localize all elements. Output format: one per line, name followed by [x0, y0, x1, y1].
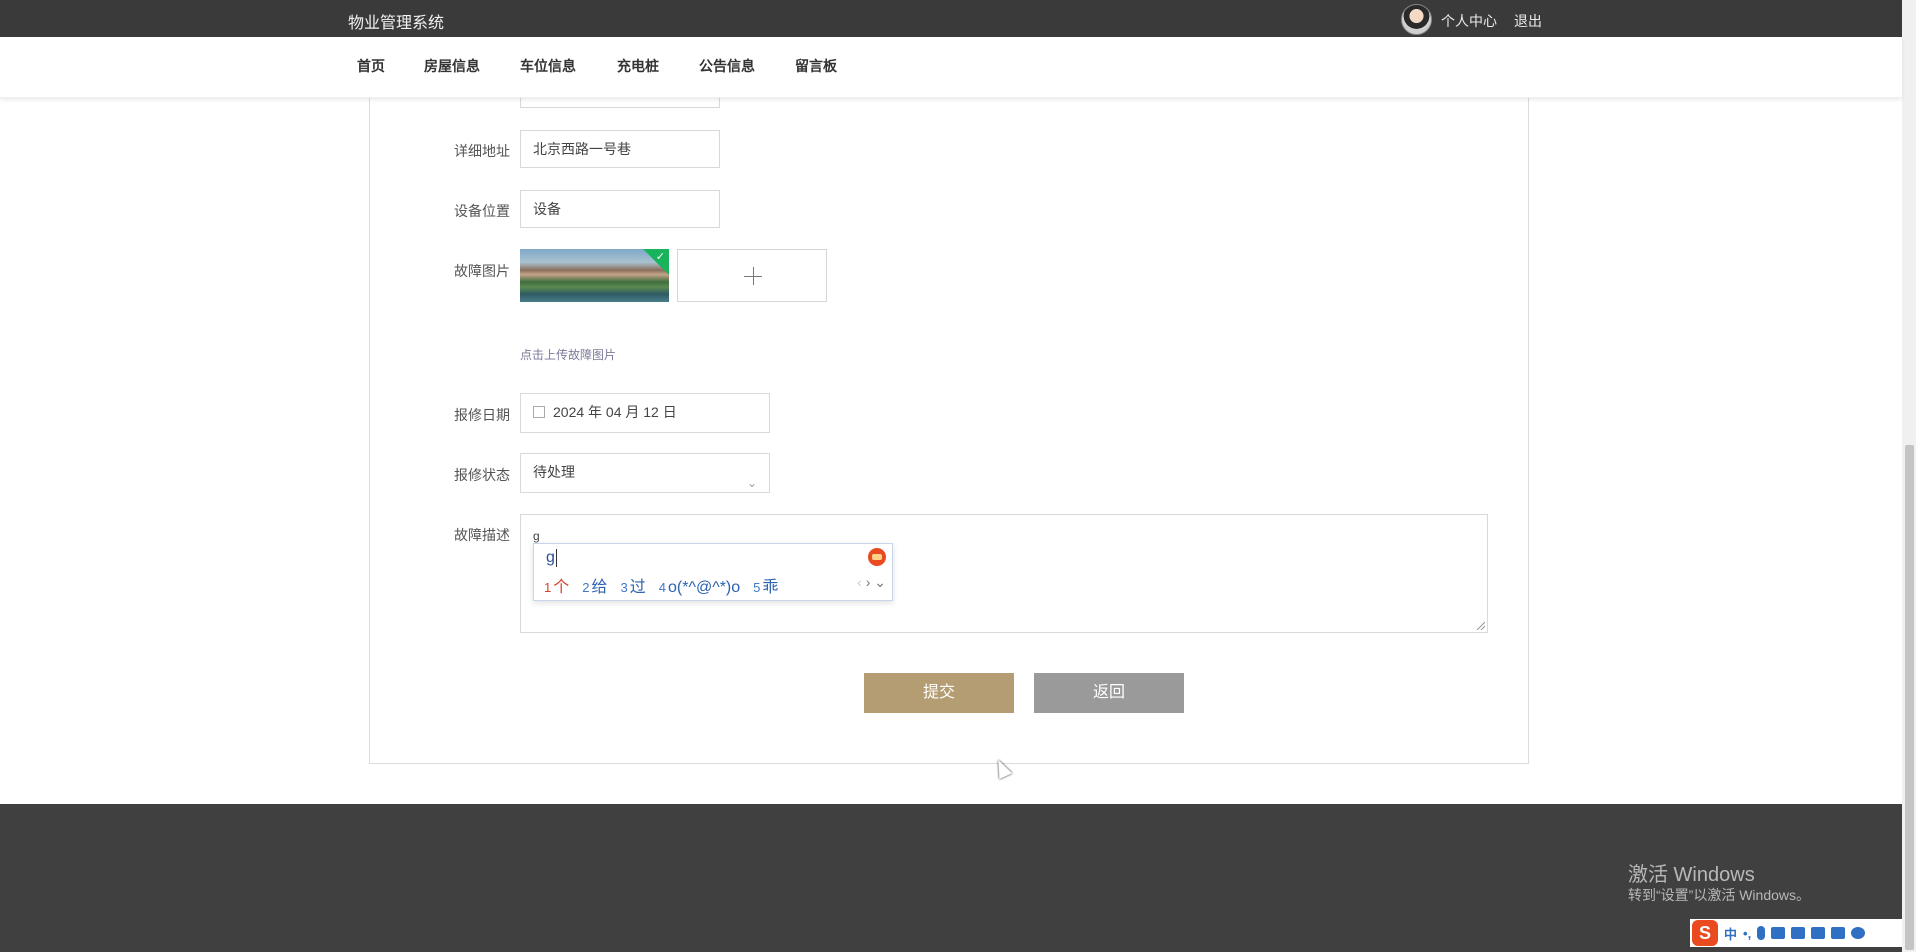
- nav-parking-info[interactable]: 车位信息: [520, 56, 576, 76]
- address-input[interactable]: 北京西路一号巷: [520, 130, 720, 168]
- nav-charging-pile[interactable]: 充电桩: [617, 56, 659, 76]
- ime-page-arrows[interactable]: ‹ › ⌄: [857, 574, 886, 591]
- check-icon: ✓: [643, 249, 669, 275]
- logout-link[interactable]: 退出: [1514, 11, 1542, 31]
- top-bar: 物业管理系统 个人中心 退出: [0, 0, 1902, 37]
- scrollbar-thumb[interactable]: [1905, 445, 1914, 950]
- address-label: 详细地址: [454, 143, 510, 159]
- status-value: 待处理: [533, 464, 575, 480]
- upload-image-button[interactable]: [677, 249, 827, 302]
- gamepad-icon[interactable]: [1811, 927, 1826, 939]
- ime-composition: g: [546, 549, 557, 567]
- date-value: 2024 年 04 月 12 日: [553, 404, 677, 420]
- chevron-down-icon: ⌄: [746, 476, 757, 490]
- nav-message-board[interactable]: 留言板: [795, 56, 837, 76]
- ime-candidate-window: g 1 个 2 给 3 过 4 o(*^@^*)o 5 乖 ‹ › ⌄: [533, 543, 893, 601]
- nav-home[interactable]: 首页: [357, 56, 385, 76]
- footer: [0, 804, 1902, 952]
- date-label: 报修日期: [454, 407, 510, 423]
- nav-house-info[interactable]: 房屋信息: [424, 56, 480, 76]
- back-button[interactable]: 返回: [1034, 673, 1184, 713]
- nav-announcements[interactable]: 公告信息: [699, 56, 755, 76]
- activation-watermark-subtitle: 转到“设置”以激活 Windows。: [1628, 887, 1811, 903]
- sogou-s-icon[interactable]: S: [1692, 920, 1718, 946]
- chevron-left-icon: ‹: [857, 574, 862, 590]
- location-input[interactable]: 设备: [520, 190, 720, 228]
- ime-candidate[interactable]: 2给: [582, 573, 607, 597]
- upload-hint[interactable]: 点击上传故障图片: [520, 346, 616, 363]
- uploaded-image-thumbnail[interactable]: ✓: [520, 249, 669, 302]
- settings-icon[interactable]: [1851, 927, 1866, 939]
- site-title: 物业管理系统: [348, 15, 445, 32]
- submit-button[interactable]: 提交: [864, 673, 1014, 713]
- sogou-logo-icon[interactable]: [868, 548, 886, 566]
- image-label: 故障图片: [454, 263, 510, 279]
- keyboard-icon[interactable]: [1771, 927, 1786, 939]
- skin-shirt-icon[interactable]: [1791, 927, 1806, 939]
- status-label: 报修状态: [454, 467, 510, 483]
- main-nav: 首页 房屋信息 车位信息 充电桩 公告信息 留言板: [0, 37, 1902, 98]
- ime-toolbar: S 中 •,: [1690, 919, 1902, 947]
- avatar[interactable]: [1401, 4, 1432, 35]
- status-select[interactable]: 待处理 ⌄: [520, 453, 770, 493]
- resize-handle[interactable]: [1477, 622, 1485, 630]
- microphone-icon[interactable]: [1757, 926, 1766, 940]
- punctuation-icon[interactable]: •,: [1743, 926, 1751, 941]
- activation-watermark-title: 激活 Windows: [1628, 864, 1755, 886]
- description-label: 故障描述: [454, 527, 510, 543]
- ime-candidate[interactable]: 3过: [621, 573, 646, 597]
- ime-mode-toggle[interactable]: 中: [1724, 924, 1737, 943]
- ime-candidate[interactable]: 1个: [544, 573, 569, 597]
- location-label: 设备位置: [454, 203, 510, 219]
- ime-candidate[interactable]: 5乖: [753, 573, 778, 597]
- chevron-down-icon: ⌄: [874, 574, 886, 590]
- ime-candidate[interactable]: 4 o(*^@^*)o: [659, 579, 740, 597]
- calendar-icon: [533, 406, 545, 418]
- chevron-right-icon: ›: [865, 574, 871, 590]
- typed-text: g: [533, 529, 540, 543]
- toolbox-icon[interactable]: [1831, 927, 1846, 939]
- ime-candidates: 1 个 2 给 3 过 4 o(*^@^*)o 5 乖: [544, 573, 791, 597]
- date-picker[interactable]: 2024 年 04 月 12 日: [520, 393, 770, 433]
- user-center-link[interactable]: 个人中心: [1441, 11, 1497, 31]
